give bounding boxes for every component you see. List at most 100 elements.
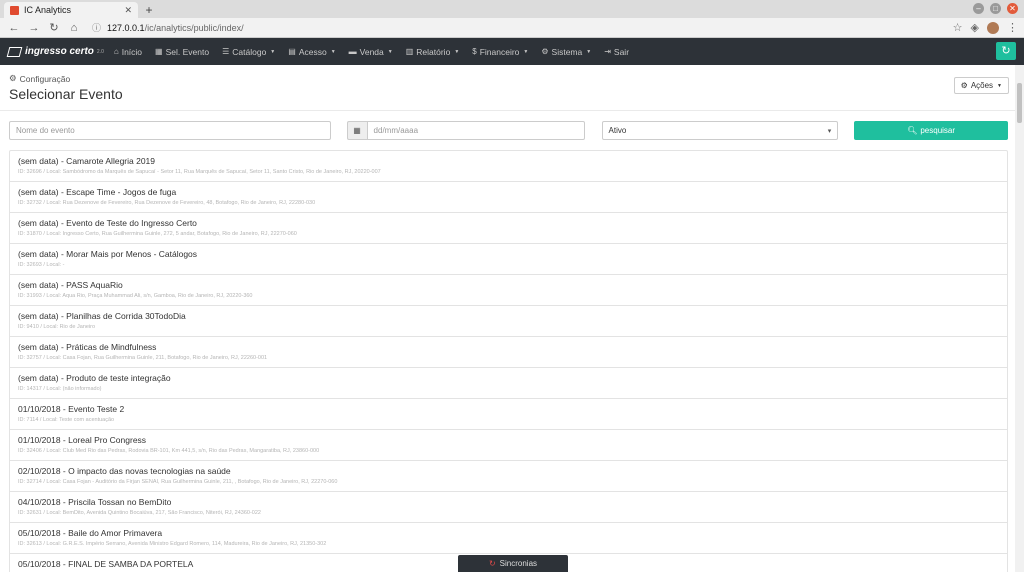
event-details: ID: 32732 / Local: Rua Dezenove de Fever… <box>18 200 316 206</box>
sync-label: Sincronias <box>499 559 538 568</box>
page-scrollbar[interactable] <box>1015 65 1024 572</box>
event-list-item[interactable]: 04/10/2018 - Priscila Tossan no BemDito I… <box>10 492 1007 523</box>
page-title: Selecionar Evento <box>9 86 123 102</box>
date-input-group: ▦ dd/mm/aaaa <box>346 121 585 140</box>
nav-item-sel-evento[interactable]: ▦ Sel. Evento <box>155 47 209 57</box>
event-list-item[interactable]: (sem data) - Produto de teste integração… <box>10 368 1007 399</box>
event-details: ID: 32693 / Local: - <box>18 262 65 268</box>
event-details: ID: 32757 / Local: Casa Fojan, Rua Guilh… <box>18 355 268 361</box>
nav-item-cat-logo[interactable]: ☰ Catálogo ▼ <box>222 47 275 57</box>
home-browser-icon[interactable]: ⌂ <box>66 22 82 34</box>
sync-panel-tab[interactable]: ↻ Sincronias <box>458 555 568 572</box>
page-header: ⚙ Configuração Selecionar Evento ⚙ Ações… <box>0 65 1024 111</box>
url-host: 127.0.0.1 <box>107 22 145 33</box>
browser-tab[interactable]: IC Analytics ✕ <box>4 2 138 18</box>
brand-logo[interactable]: ingresso certo 2.0 <box>6 46 104 57</box>
event-list-item[interactable]: (sem data) - PASS AquaRio ID: 31993 / Loc… <box>10 275 1007 306</box>
minimize-icon[interactable]: – <box>973 3 984 14</box>
status-select[interactable]: Ativo ▾ <box>601 121 839 140</box>
dollar-icon: $ <box>472 47 477 56</box>
event-list-item[interactable]: (sem data) - Práticas de Mindfulness ID: … <box>10 337 1007 368</box>
caret-down-icon: ▼ <box>586 48 592 55</box>
forward-icon[interactable]: → <box>26 22 42 34</box>
event-title: (sem data) - Camarote Allegria 2019 <box>18 156 156 166</box>
nav-item-venda[interactable]: ▬ Venda ▼ <box>349 47 393 57</box>
app-navbar: ingresso certo 2.0 ⌂ Início ▦ Sel. Evento ☰ C… <box>0 38 1024 65</box>
url-field[interactable]: ⓘ 127.0.0.1 /ic/analytics/public/index/ <box>92 21 953 34</box>
event-title: (sem data) - Morar Mais por Menos - Catá… <box>18 249 198 259</box>
window-controls: – □ ✕ <box>973 3 1018 14</box>
extension-shield-icon[interactable]: ◈ <box>971 21 979 34</box>
reload-icon[interactable]: ↻ <box>46 21 62 34</box>
calendar-icon: ▦ <box>155 47 163 56</box>
event-list-item[interactable]: 02/10/2018 - O impacto das novas tecnolo… <box>10 461 1007 492</box>
signout-icon: ⇥ <box>604 47 611 56</box>
event-list-item[interactable]: 01/10/2018 - Evento Teste 2 ID: 7114 / Lo… <box>10 399 1007 430</box>
select-arrow-icon: ▾ <box>827 127 832 135</box>
scrollbar-thumb[interactable] <box>1017 83 1022 123</box>
gear-icon: ⚙ <box>960 81 968 90</box>
menu-kebab-icon[interactable]: ⋮ <box>1007 21 1018 34</box>
event-details: ID: 14317 / Local: (não informado) <box>18 386 102 392</box>
event-details: ID: 32714 / Local: Casa Fojan - Auditóri… <box>18 479 338 485</box>
event-title: 01/10/2018 - Evento Teste 2 <box>18 404 125 414</box>
url-path: /ic/analytics/public/index/ <box>144 22 244 33</box>
home-icon: ⌂ <box>113 47 119 56</box>
date-input[interactable]: dd/mm/aaaa <box>366 121 585 140</box>
search-label: pesquisar <box>920 126 956 135</box>
maximize-icon[interactable]: □ <box>990 3 1001 14</box>
close-window-icon[interactable]: ✕ <box>1007 3 1018 14</box>
event-list-item[interactable]: (sem data) - Camarote Allegria 2019 ID: 3… <box>10 151 1007 182</box>
event-details: ID: 32696 / Local: Sambódromo da Marquês… <box>18 169 381 175</box>
event-details: ID: 31870 / Local: Ingresso Certo, Rua G… <box>18 231 297 237</box>
new-tab-button[interactable]: + <box>142 2 156 18</box>
event-list-item[interactable]: (sem data) - Planilhas de Corrida 30Todo… <box>10 306 1007 337</box>
nav-item-label: Venda <box>359 46 384 57</box>
event-list-item[interactable]: (sem data) - Evento de Teste do Ingresso… <box>10 213 1007 244</box>
event-title: (sem data) - PASS AquaRio <box>18 280 123 290</box>
event-list-item[interactable]: 01/10/2018 - Loreal Pro Congress ID: 3240… <box>10 430 1007 461</box>
back-icon[interactable]: ← <box>6 22 22 34</box>
search-button[interactable]: 🔍︎ pesquisar <box>854 121 1008 140</box>
nav-item-sair[interactable]: ⇥ Sair <box>604 47 629 57</box>
breadcrumb: ⚙ Configuração <box>9 73 1015 84</box>
calendar-icon[interactable]: ▦ <box>346 121 367 140</box>
caret-down-icon: ▼ <box>330 48 336 55</box>
nav-item-acesso[interactable]: ▤ Acesso ▼ <box>288 47 335 57</box>
caret-down-icon: ▼ <box>270 48 276 55</box>
info-icon[interactable]: ⓘ <box>92 21 101 34</box>
sync-icon: ↻ <box>488 559 496 568</box>
nav-item-label: Sel. Evento <box>165 46 210 57</box>
event-title: (sem data) - Práticas de Mindfulness <box>18 342 157 352</box>
filter-bar: Nome do evento ▦ dd/mm/aaaa Ativo ▾ 🔍︎ p… <box>0 121 1024 140</box>
brand-name: ingresso certo <box>25 46 94 57</box>
status-value: Ativo <box>608 126 627 135</box>
favicon-icon <box>10 5 19 15</box>
actions-dropdown-button[interactable]: ⚙ Ações ▼ <box>953 77 1009 94</box>
sync-refresh-button[interactable]: ↻ <box>996 42 1016 60</box>
event-list-item[interactable]: (sem data) - Morar Mais por Menos - Catá… <box>10 244 1007 275</box>
event-title: (sem data) - Planilhas de Corrida 30Todo… <box>18 311 186 321</box>
event-list: (sem data) - Camarote Allegria 2019 ID: 3… <box>9 150 1008 572</box>
event-title: (sem data) - Escape Time - Jogos de fuga <box>18 187 177 197</box>
event-list-item[interactable]: 05/10/2018 - Baile do Amor Primavera ID: … <box>10 523 1007 554</box>
nav-item-financeiro[interactable]: $ Financeiro ▼ <box>472 47 528 57</box>
nav-item-label: Sair <box>613 46 630 57</box>
caret-down-icon: ▼ <box>523 48 529 55</box>
event-name-input[interactable]: Nome do evento <box>9 121 331 140</box>
nav-item-in-cio[interactable]: ⌂ Início <box>114 47 142 57</box>
event-details: ID: 7114 / Local: Teste com acentuação <box>18 417 115 423</box>
close-tab-icon[interactable]: ✕ <box>124 5 132 16</box>
profile-avatar[interactable] <box>987 21 999 34</box>
nav-item-label: Acesso <box>298 46 327 57</box>
caret-down-icon: ▼ <box>997 82 1002 89</box>
event-list-item[interactable]: (sem data) - Escape Time - Jogos de fuga… <box>10 182 1007 213</box>
event-details: ID: 32613 / Local: G.R.E.S. Império Serr… <box>18 541 327 547</box>
bookmark-star-icon[interactable]: ☆ <box>953 21 963 34</box>
search-icon: 🔍︎ <box>907 126 918 135</box>
nav-item-relat-rio[interactable]: ▥ Relatório ▼ <box>406 47 460 57</box>
nav-item-sistema[interactable]: ⚙ Sistema ▼ <box>541 47 591 57</box>
nav-item-label: Relatório <box>416 46 451 57</box>
event-title: 02/10/2018 - O impacto das novas tecnolo… <box>18 466 231 476</box>
list-icon: ☰ <box>222 47 230 56</box>
